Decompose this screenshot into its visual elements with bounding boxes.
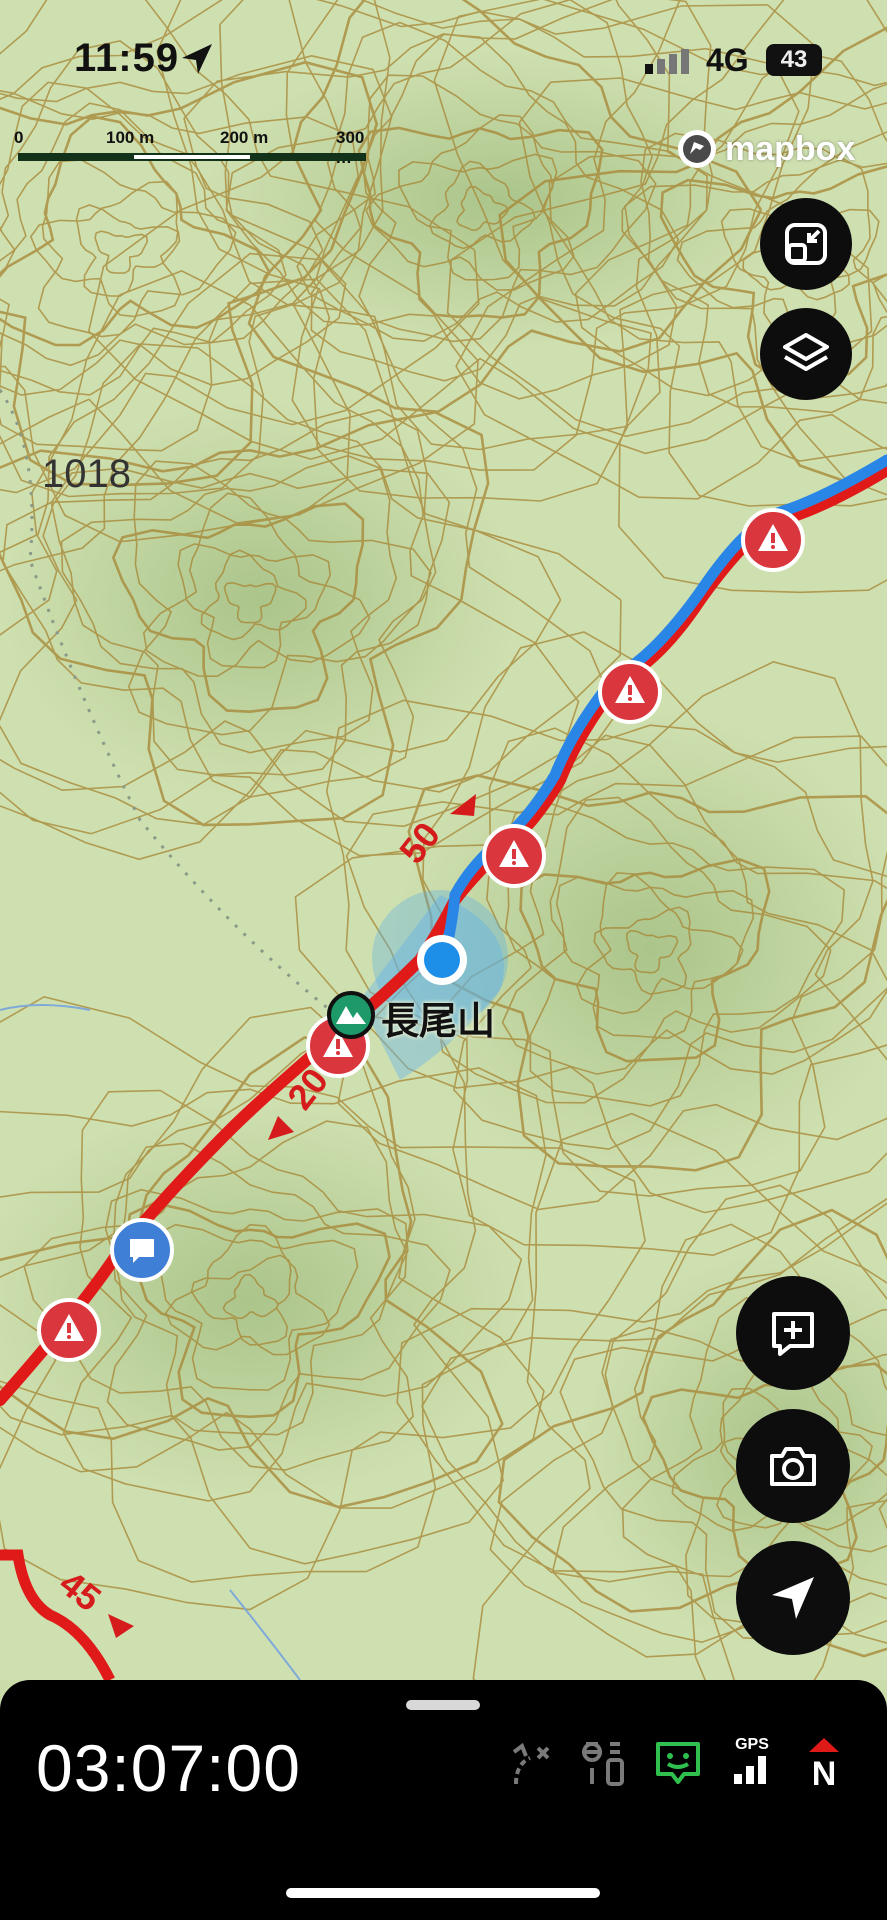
follow-location-button[interactable] [736, 1541, 850, 1655]
compass-north-label: N [811, 1755, 837, 1793]
elapsed-time: 03:07:00 [36, 1731, 301, 1805]
navigation-arrow-icon [772, 1577, 814, 1619]
warning-marker[interactable] [36, 1297, 102, 1368]
layers-button[interactable] [760, 308, 852, 400]
add-comment-button[interactable] [736, 1276, 850, 1390]
warning-marker[interactable] [481, 823, 547, 894]
gps-signal-icon: GPS [730, 1736, 774, 1791]
scale-label-300: 300 m [336, 128, 365, 167]
battery-icon: 43 [766, 44, 822, 76]
distance-arrow-20 [264, 1112, 298, 1147]
status-time: 11:59 [74, 36, 180, 80]
mapbox-icon [678, 130, 716, 168]
panel-grab-handle[interactable] [406, 1700, 480, 1710]
network-type: 4G [706, 42, 749, 78]
activity-panel[interactable]: 03:07:00 GPS N [0, 1680, 887, 1920]
scale-label-100: 100 m [106, 128, 155, 147]
companion-status-icon[interactable] [654, 1740, 702, 1793]
status-bar: 11:59 4G 43 [0, 0, 887, 120]
off-route-icon [508, 1742, 554, 1793]
distance-arrow-50 [446, 788, 482, 823]
camera-icon [770, 1447, 816, 1486]
add-comment-icon [772, 1312, 814, 1356]
gps-label: GPS [735, 1736, 769, 1753]
location-services-icon [180, 42, 214, 81]
waypoint-distance-icon [582, 1738, 628, 1793]
peak-icon[interactable] [326, 990, 376, 1045]
scale-bar: 0 100 m 200 m 300 m [14, 128, 374, 168]
scale-label-0: 0 [14, 128, 24, 147]
mapbox-logo: mapbox [675, 124, 855, 174]
cellular-signal-icon [645, 48, 697, 79]
camera-button[interactable] [736, 1409, 850, 1523]
scale-label-200: 200 m [220, 128, 269, 147]
home-indicator[interactable] [286, 1888, 600, 1898]
mapbox-wordmark: mapbox [725, 129, 856, 168]
layers-icon [783, 333, 829, 371]
elevation-label: 1018 [42, 452, 131, 496]
comment-marker[interactable] [109, 1217, 175, 1288]
peak-name-label[interactable]: 長尾山 [381, 990, 495, 1045]
warning-marker[interactable] [740, 507, 806, 578]
current-location-dot [414, 932, 470, 993]
expand-button[interactable] [760, 198, 852, 290]
warning-marker[interactable] [597, 659, 663, 730]
expand-icon [785, 223, 827, 265]
distance-arrow-45 [102, 1608, 138, 1645]
compass-icon[interactable]: N [804, 1738, 844, 1791]
